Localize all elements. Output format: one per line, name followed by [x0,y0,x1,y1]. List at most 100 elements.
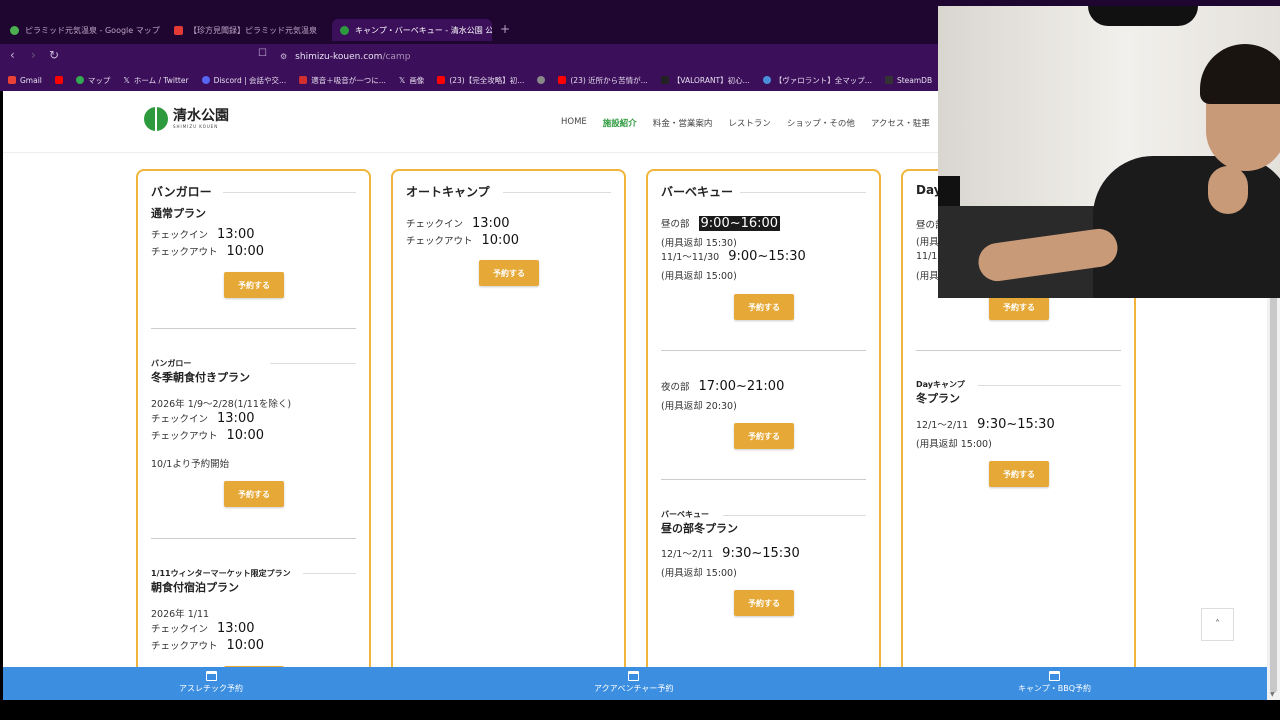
plan-name: 朝食付宿泊プラン [151,581,239,594]
session-label: 11/1 [916,251,938,262]
checkin-time: 13:00 [472,216,510,231]
plan-name: 冬季朝食付きプラン [151,371,250,384]
checkin-row: チェックイン 13:00 [151,621,254,636]
nav-access[interactable]: アクセス・駐車 [871,117,930,129]
bookmark-maps[interactable]: マップ [75,75,110,86]
bookmark-sound[interactable]: 適音＋吸音が一つに... [299,75,386,86]
back-to-top-button[interactable]: ˄ [1201,608,1234,641]
bookmark-complaint[interactable]: (23) 近所から苦情が... [558,75,648,86]
url-field[interactable]: ⚙ shimizu-kouen.com/camp [280,47,930,66]
bookmark-guide[interactable]: (23)【完全攻略】初... [437,75,524,86]
checkin-time: 13:00 [217,227,255,242]
nav-pricing[interactable]: 料金・営業案内 [653,117,713,129]
checkin-row: チェックイン 13:00 [151,227,254,242]
bar-label: キャンプ・BBQ予約 [1018,684,1092,693]
youtube-icon [174,25,183,35]
nav-restaurant[interactable]: レストラン [728,117,771,129]
plan-note: 10/1より予約開始 [151,459,230,470]
shop-icon [299,76,308,84]
divider [151,328,356,329]
youtube-icon [437,76,446,84]
site-favicon-icon [340,25,349,35]
logo-subtext: SHIMIZU KOUEN [173,124,219,129]
return-note: (用具返却 20:30) [661,401,737,412]
reserve-button[interactable]: 予約する [734,423,794,449]
bookmark-valorant-maps[interactable]: 【ヴァロラント】全マップ... [762,75,872,86]
session-time: 9:30~15:30 [977,417,1055,432]
bookmark-globe[interactable] [537,76,546,84]
bookmark-label: (23)【完全攻略】初... [449,75,525,85]
bookmark-discord[interactable]: Discord | 会話や交... [201,75,287,86]
discord-icon [201,76,210,84]
reserve-button[interactable]: 予約する [734,294,794,320]
calendar-icon [205,671,217,681]
athletic-reserve-button[interactable]: アスレチック予約 [179,671,243,694]
checkin-label: チェックイン [406,219,464,230]
reserve-button[interactable]: 予約する [734,590,794,616]
bookmark-star-icon[interactable]: ☐ [258,48,267,59]
bar-label: アクアベンチャー予約 [594,684,674,693]
return-note: (用具 [916,237,939,248]
valorant-icon [660,76,669,84]
session-time: 17:00~21:00 [698,379,785,394]
nav-facilities[interactable]: 施設紹介 [603,117,637,129]
session-label: 12/1〜2/11 [661,549,714,560]
title-rule [270,363,356,364]
bookmark-valorant[interactable]: 【VALORANT】初心... [660,75,750,86]
session-time: 9:00~16:00 [698,216,781,231]
bookmark-youtube[interactable] [54,76,63,84]
title-rule [740,192,866,193]
checkin-label: チェックイン [151,230,209,241]
reserve-button[interactable]: 予約する [224,481,284,507]
reserve-button[interactable]: 予約する [479,260,539,286]
site-info-icon[interactable]: ⚙ [280,52,287,61]
bungalow-card: バンガロー 通常プラン チェックイン 13:00 チェックアウト 10:00 予約す… [136,169,371,700]
plan-category: バンガロー [151,359,192,368]
divider [661,479,866,480]
forward-icon[interactable]: › [31,48,36,62]
site-logo[interactable]: 清水公園 SHIMIZU KOUEN [144,107,229,131]
reload-icon[interactable]: ↻ [49,48,59,62]
maps-pin-icon [75,76,84,84]
maps-pin-icon [10,25,19,35]
tab-google-maps[interactable]: ピラミッド元気温泉 - Google マップ [10,20,160,40]
aqua-reserve-button[interactable]: アクアベンチャー予約 [594,671,673,694]
checkout-label: チェックアウト [151,247,218,258]
session-time: 9:00~15:30 [728,249,806,264]
plan-name: 冬プラン [916,392,960,405]
bookmark-label: Discord | 会話や交... [213,75,287,85]
camp-bbq-reserve-button[interactable]: キャンプ・BBQ予約 [1018,671,1091,694]
checkout-label: チェックアウト [151,641,218,652]
title-rule [503,192,611,193]
bbq-card: バーベキュー 昼の部 9:00~16:00 (用具返却 15:30) 11/1〜1… [646,169,881,700]
return-note: (用具 [916,271,939,282]
bookmark-twitter[interactable]: 𝕏 ホーム / Twitter [123,75,188,86]
plan-category: Dayキャンプ [916,380,965,389]
bookmark-gmail[interactable]: Gmail [8,76,42,85]
back-icon[interactable]: ‹ [10,48,15,62]
return-note: (用具返却 15:00) [661,271,737,282]
card-title: バーベキュー [661,185,734,199]
plan-category: 1/11ウィンターマーケット限定プラン [151,569,291,578]
checkin-row: チェックイン 13:00 [151,411,254,426]
tab-youtube[interactable]: 【珍方見聞録】ピラミッド元気温泉（栃木 [174,20,322,40]
session-label: 11/1〜11/30 [661,252,720,263]
globe-icon [537,76,546,84]
reserve-button[interactable]: 予約する [224,272,284,298]
reserve-button[interactable]: 予約する [989,461,1049,487]
new-tab-button[interactable]: + [500,22,510,36]
bookmark-label: SteamDB [896,75,933,85]
url-host: shimizu-kouen.com [295,51,383,62]
bookmark-images[interactable]: 𝕏 画像 [399,75,424,86]
checkout-row: チェックアウト 10:00 [151,244,264,259]
plan-name: 通常プラン [151,207,206,220]
winter-row: 12/1〜2/11 9:30~15:30 [916,417,1055,432]
bookmark-steamdb[interactable]: SteamDB [884,75,933,85]
plan-category: バーベキュー [661,510,709,519]
tab-camp-active[interactable]: キャンプ・バーベキュー - 清水公園 公 × [332,19,492,41]
youtube-icon [54,76,63,84]
title-rule [223,192,356,193]
nav-home[interactable]: HOME [561,117,587,129]
scroll-down-icon[interactable]: ▼ [1270,691,1275,698]
nav-shop[interactable]: ショップ・その他 [787,117,855,129]
